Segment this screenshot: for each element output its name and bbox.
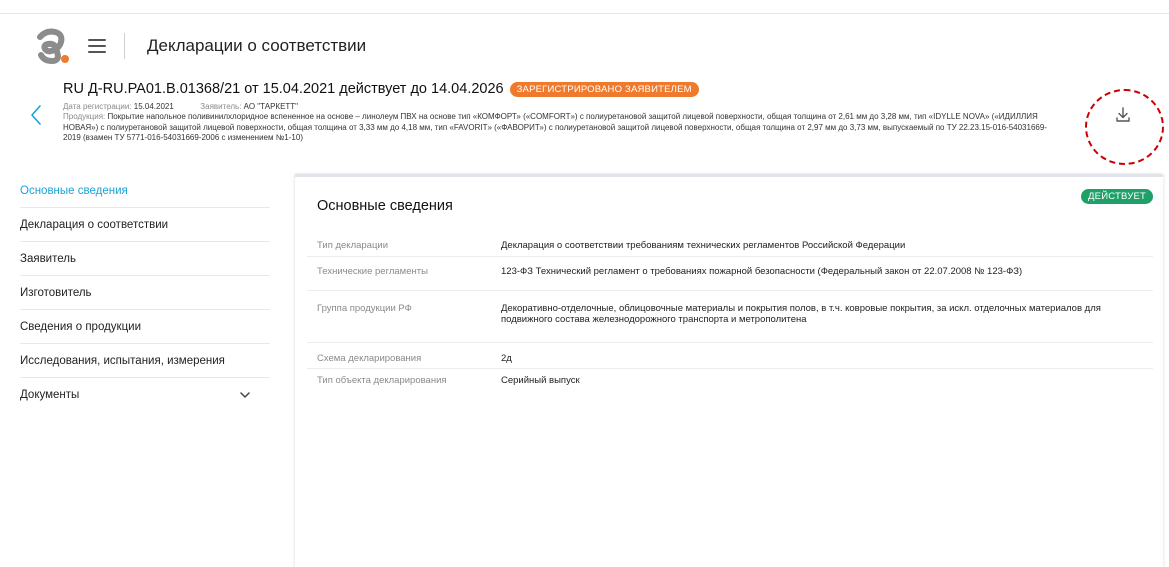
sidebar-item-research[interactable]: Исследования, испытания, измерения (20, 344, 270, 378)
field-value: 2д (501, 353, 512, 364)
field-value: Декоративно-отделочные, облицовочные мат… (501, 303, 1101, 325)
chevron-left-icon[interactable] (29, 104, 43, 126)
page-title: Основные сведения (317, 198, 453, 214)
reg-date-value: 15.04.2021 (133, 102, 174, 111)
field-label: Группа продукции РФ (317, 303, 412, 314)
sidebar-item-main-info[interactable]: Основные сведения (20, 174, 270, 208)
declaration-title-row: RU Д-RU.PA01.B.01368/21 от 15.04.2021 де… (63, 80, 1063, 98)
sidebar-nav: Основные сведения Декларация о соответст… (20, 174, 270, 412)
info-table: Тип декларации Декларация о соответствии… (307, 233, 1153, 393)
sidebar-item-label: Изготовитель (20, 286, 92, 299)
app-header: Декларации о соответствии (36, 28, 366, 64)
field-value: Серийный выпуск (501, 375, 580, 386)
sidebar-item-label: Декларация о соответствии (20, 218, 169, 231)
field-label: Тип объекта декларирования (317, 375, 447, 386)
brand-logo[interactable] (36, 28, 70, 64)
product-label: Продукция: (63, 112, 106, 121)
sidebar-item-label: Сведения о продукции (20, 320, 142, 333)
field-value: Декларация о соответствии требованиям те… (501, 240, 906, 251)
reg-date-label: Дата регистрации: (63, 102, 132, 111)
product-description: Продукция: Покрытие напольное поливинилх… (63, 112, 1053, 144)
status-badge-active: ДЕЙСТВУЕТ (1081, 189, 1153, 204)
sidebar-item-applicant[interactable]: Заявитель (20, 242, 270, 276)
hamburger-icon[interactable] (88, 39, 106, 53)
sidebar-item-product-info[interactable]: Сведения о продукции (20, 310, 270, 344)
sidebar-item-manufacturer[interactable]: Изготовитель (20, 276, 270, 310)
sidebar-item-label: Основные сведения (20, 184, 128, 197)
sidebar-item-label: Документы (20, 389, 80, 401)
main-panel: Основные сведения ДЕЙСТВУЕТ Тип декларац… (295, 174, 1163, 567)
declaration-meta: Дата регистрации: 15.04.2021 Заявитель: … (63, 101, 1063, 112)
field-row: Группа продукции РФ Декоративно-отделочн… (307, 291, 1153, 343)
product-value: Покрытие напольное поливинилхлоридное вс… (63, 112, 1047, 142)
field-row: Тип объекта декларирования Серийный выпу… (307, 369, 1153, 393)
highlight-annotation (1085, 89, 1164, 165)
download-icon[interactable] (1114, 106, 1132, 124)
field-row: Схема декларирования 2д (307, 343, 1153, 369)
status-badge-registered: ЗАРЕГИСТРИРОВАНО ЗАЯВИТЕЛЕМ (509, 81, 699, 97)
top-divider (0, 13, 1169, 14)
sidebar-item-documents[interactable]: Документы (20, 378, 270, 412)
field-label: Схема декларирования (317, 353, 422, 364)
sidebar-item-label: Исследования, испытания, измерения (20, 354, 225, 367)
sidebar-item-declaration[interactable]: Декларация о соответствии (20, 208, 270, 242)
page: Декларации о соответствии RU Д-RU.PA01.B… (0, 0, 1169, 567)
chevron-down-icon[interactable] (240, 392, 250, 398)
field-row: Технические регламенты 123-ФЗ Технически… (307, 257, 1153, 291)
declaration-title: RU Д-RU.PA01.B.01368/21 от 15.04.2021 де… (63, 81, 504, 97)
field-value: 123-ФЗ Технический регламент о требовани… (501, 266, 1023, 277)
applicant-value: АО "ТАРКЕТТ" (243, 102, 299, 111)
field-label: Технические регламенты (317, 266, 428, 277)
app-title: Декларации о соответствии (147, 36, 367, 55)
header-divider (124, 33, 125, 59)
applicant-label: Заявитель: (200, 102, 242, 111)
sidebar-item-label: Заявитель (20, 252, 76, 265)
field-row: Тип декларации Декларация о соответствии… (307, 233, 1153, 257)
declaration-summary: RU Д-RU.PA01.B.01368/21 от 15.04.2021 де… (63, 80, 1063, 144)
field-label: Тип декларации (317, 240, 389, 251)
